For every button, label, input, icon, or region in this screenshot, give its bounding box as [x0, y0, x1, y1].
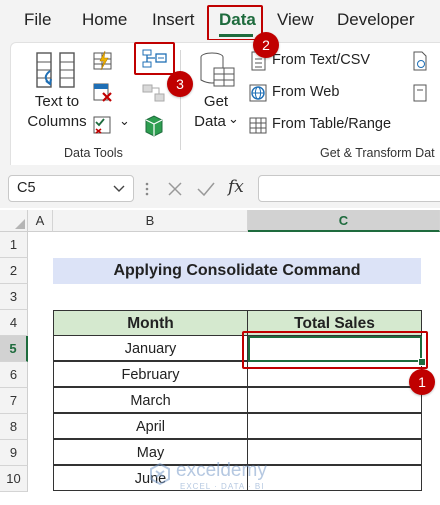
enter-check-icon[interactable]	[196, 180, 216, 198]
watermark-tagline: EXCEL · DATA · BI	[180, 482, 265, 491]
annotation-badge-2: 2	[253, 32, 279, 58]
row-header-9[interactable]: 9	[0, 440, 28, 466]
insert-function-button[interactable]: fx	[228, 177, 244, 197]
recent-sources-icon[interactable]	[412, 51, 428, 71]
web-globe-icon	[249, 84, 267, 102]
chevron-down-icon[interactable]	[113, 184, 125, 194]
watermark-brand: exceldemy	[176, 460, 267, 481]
name-box-value: C5	[17, 180, 36, 196]
annotation-badge-3: 3	[167, 71, 193, 97]
row-header-4[interactable]: 4	[0, 310, 28, 336]
from-web-label: From Web	[272, 84, 340, 100]
from-web-button[interactable]: From Web	[248, 82, 428, 104]
highlight-box-c5	[242, 331, 428, 369]
highlight-box-data-tab	[207, 5, 263, 41]
sales-cell-c7[interactable]	[247, 387, 422, 413]
existing-connections-icon[interactable]	[412, 83, 428, 103]
row-header-6[interactable]: 6	[0, 362, 28, 388]
row-header-7[interactable]: 7	[0, 388, 28, 414]
annotation-badge-1: 1	[409, 369, 435, 395]
relationships-icon[interactable]	[142, 82, 166, 104]
get-data-button[interactable]: Get Data ⌄	[188, 48, 244, 136]
data-validation-icon[interactable]	[92, 114, 118, 136]
cancel-icon[interactable]	[166, 180, 184, 198]
tab-insert[interactable]: Insert	[152, 10, 195, 30]
data-validation-dropdown[interactable]: ⌄	[119, 113, 130, 129]
name-box[interactable]: C5	[8, 175, 134, 202]
get-data-label-1: Get	[203, 93, 229, 110]
month-cell-february[interactable]: February	[53, 361, 248, 387]
exceldemy-logo-icon	[150, 462, 170, 486]
flash-fill-icon[interactable]	[92, 50, 114, 72]
consolidate-icon[interactable]	[142, 48, 168, 70]
text-to-columns-label-1: Text to	[34, 93, 80, 110]
row-header-2[interactable]: 2	[0, 258, 28, 284]
from-table-range-label: From Table/Range	[272, 116, 392, 132]
data-tools-group-label: Data Tools	[64, 146, 123, 160]
row-header-10[interactable]: 10	[0, 466, 28, 492]
sales-cell-c8[interactable]	[247, 413, 422, 439]
from-table-range-button[interactable]: From Table/Range	[248, 114, 428, 136]
column-header-a[interactable]: A	[28, 210, 53, 232]
from-text-csv-label: From Text/CSV	[272, 52, 371, 68]
sheet-title-cell[interactable]: Applying Consolidate Command	[53, 258, 421, 284]
formula-input[interactable]	[258, 175, 440, 202]
header-month-cell[interactable]: Month	[53, 310, 248, 336]
row-header-1[interactable]: 1	[0, 232, 28, 258]
get-transform-group-label: Get & Transform Dat	[320, 146, 435, 160]
data-model-icon[interactable]	[142, 114, 166, 138]
row-header-3[interactable]: 3	[0, 284, 28, 310]
column-header-c[interactable]: C	[248, 210, 440, 232]
get-data-icon	[200, 52, 235, 87]
group-separator	[180, 50, 181, 150]
text-to-columns-button[interactable]: Text to Columns	[22, 50, 92, 136]
get-data-dropdown: ⌄	[228, 111, 239, 126]
select-all-corner[interactable]	[0, 210, 28, 232]
exceldemy-watermark: exceldemy EXCEL · DATA · BI	[148, 460, 298, 496]
remove-duplicates-icon[interactable]	[92, 82, 114, 104]
month-cell-april[interactable]: April	[53, 413, 248, 439]
table-icon	[249, 117, 267, 134]
tab-home[interactable]: Home	[82, 10, 127, 30]
month-cell-january[interactable]: January	[53, 335, 248, 361]
row-header-5[interactable]: 5	[0, 336, 28, 362]
text-to-columns-label-2: Columns	[27, 113, 87, 130]
select-all-triangle-icon	[15, 219, 25, 229]
formula-bar-grip-icon[interactable]	[144, 180, 150, 198]
column-header-b[interactable]: B	[53, 210, 248, 232]
month-cell-march[interactable]: March	[53, 387, 248, 413]
get-data-label-2: Data	[194, 113, 226, 130]
row-header-8[interactable]: 8	[0, 414, 28, 440]
tab-file[interactable]: File	[24, 10, 51, 30]
tab-view[interactable]: View	[277, 10, 314, 30]
tab-developer[interactable]: Developer	[337, 10, 415, 30]
text-to-columns-icon	[36, 52, 75, 88]
